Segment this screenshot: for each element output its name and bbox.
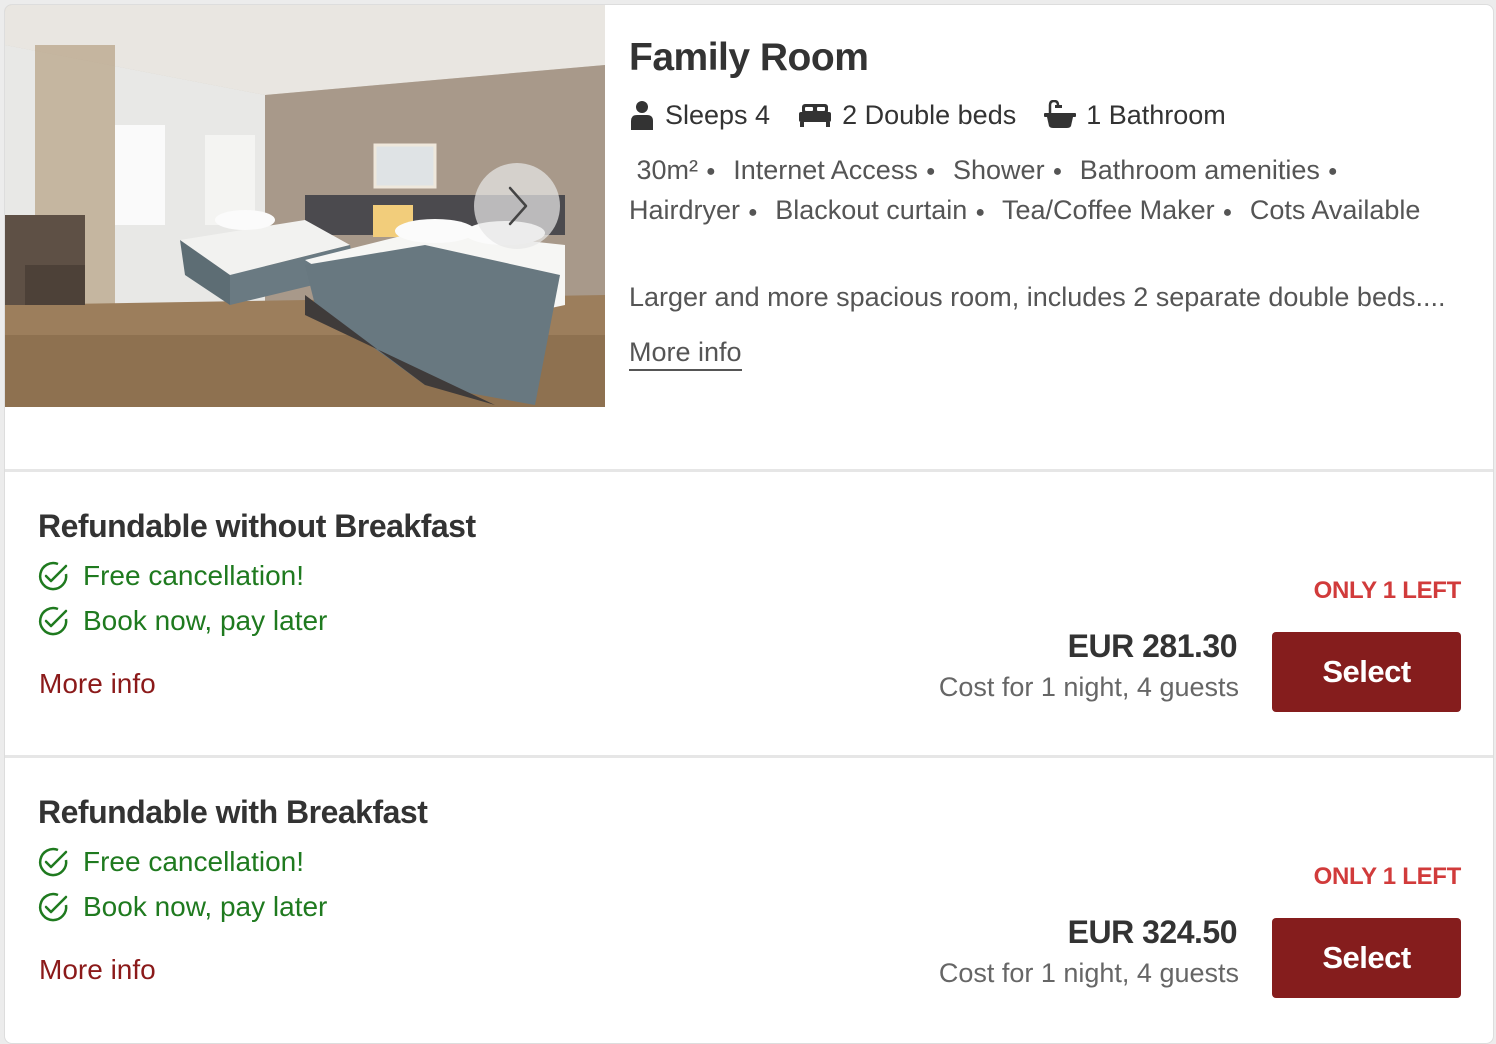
rate-price: EUR 281.30 — [1067, 628, 1238, 664]
photo-next-button[interactable] — [474, 163, 560, 249]
check-circle-icon — [38, 606, 68, 636]
room-info: Family Room Sleeps 4 2 Double beds 1 Bat… — [629, 35, 1479, 371]
room-card: Family Room Sleeps 4 2 Double beds 1 Bat… — [4, 4, 1494, 1044]
room-size: 30m² — [636, 154, 699, 185]
room-summary: Family Room Sleeps 4 2 Double beds 1 Bat… — [5, 5, 1493, 471]
perk-pay-later: Book now, pay later — [37, 891, 327, 923]
perk-pay-later: Book now, pay later — [37, 605, 327, 637]
bed-icon — [799, 104, 832, 128]
amenity-item: Shower ● — [953, 154, 1063, 185]
bathtub-icon — [1044, 100, 1077, 129]
feature-bathroom-label: 1 Bathroom — [1086, 99, 1226, 130]
amenity-item: Hairdryer ● — [629, 195, 758, 226]
check-circle-icon — [38, 561, 68, 591]
availability-badge: ONLY 1 LEFT — [1313, 863, 1462, 890]
amenity-size: 30m² ● — [636, 154, 716, 185]
rate-more-info-link[interactable]: More info — [39, 668, 156, 700]
person-icon — [631, 101, 653, 131]
feature-sleeps-label: Sleeps 4 — [665, 99, 771, 130]
rate-option: Refundable without Breakfast Free cancel… — [5, 469, 1493, 753]
rate-cost-note: Cost for 1 night, 4 guests — [938, 672, 1239, 702]
rate-title: Refundable without Breakfast — [38, 508, 476, 544]
perk-label: Free cancellation! — [83, 560, 305, 591]
room-more-info-link[interactable]: More info — [629, 337, 742, 371]
rate-title: Refundable with Breakfast — [38, 794, 428, 830]
feature-beds: 2 Double beds — [798, 100, 1016, 131]
rate-cost-note: Cost for 1 night, 4 guests — [938, 958, 1239, 988]
select-rate-button[interactable]: Select — [1272, 632, 1461, 712]
perk-free-cancellation: Free cancellation! — [37, 560, 304, 592]
feature-bathroom: 1 Bathroom — [1044, 100, 1226, 131]
amenity-item: Bathroom amenities ● — [1079, 154, 1338, 185]
check-circle-icon — [38, 847, 68, 877]
amenities-list: 30m² ● Internet Access ● Shower ● Bathroom … — [629, 151, 1469, 232]
chevron-right-icon — [508, 186, 528, 226]
room-photo[interactable] — [5, 5, 605, 407]
amenity-item: Blackout curtain ● — [775, 195, 985, 226]
room-description: Larger and more spacious room, includes … — [629, 281, 1446, 312]
rate-more-info-link[interactable]: More info — [39, 954, 156, 986]
room-title: Family Room — [629, 36, 869, 79]
check-circle-icon — [38, 892, 68, 922]
amenity-item: Tea/Coffee Maker ● — [1002, 195, 1233, 226]
select-rate-button[interactable]: Select — [1272, 918, 1461, 998]
feature-beds-label: 2 Double beds — [842, 99, 1017, 130]
rate-price: EUR 324.50 — [1067, 914, 1238, 950]
feature-sleeps: Sleeps 4 — [629, 100, 770, 131]
amenity-item: Cots Available — [1249, 195, 1421, 226]
room-features: Sleeps 4 2 Double beds 1 Bathroom — [629, 100, 1479, 131]
rate-option: Refundable with Breakfast Free cancellat… — [5, 755, 1493, 1039]
availability-badge: ONLY 1 LEFT — [1313, 577, 1462, 604]
perk-label: Free cancellation! — [83, 846, 305, 877]
amenity-item: Internet Access ● — [733, 154, 936, 185]
perk-label: Book now, pay later — [83, 605, 328, 636]
perk-label: Book now, pay later — [83, 891, 328, 922]
perk-free-cancellation: Free cancellation! — [37, 846, 304, 878]
